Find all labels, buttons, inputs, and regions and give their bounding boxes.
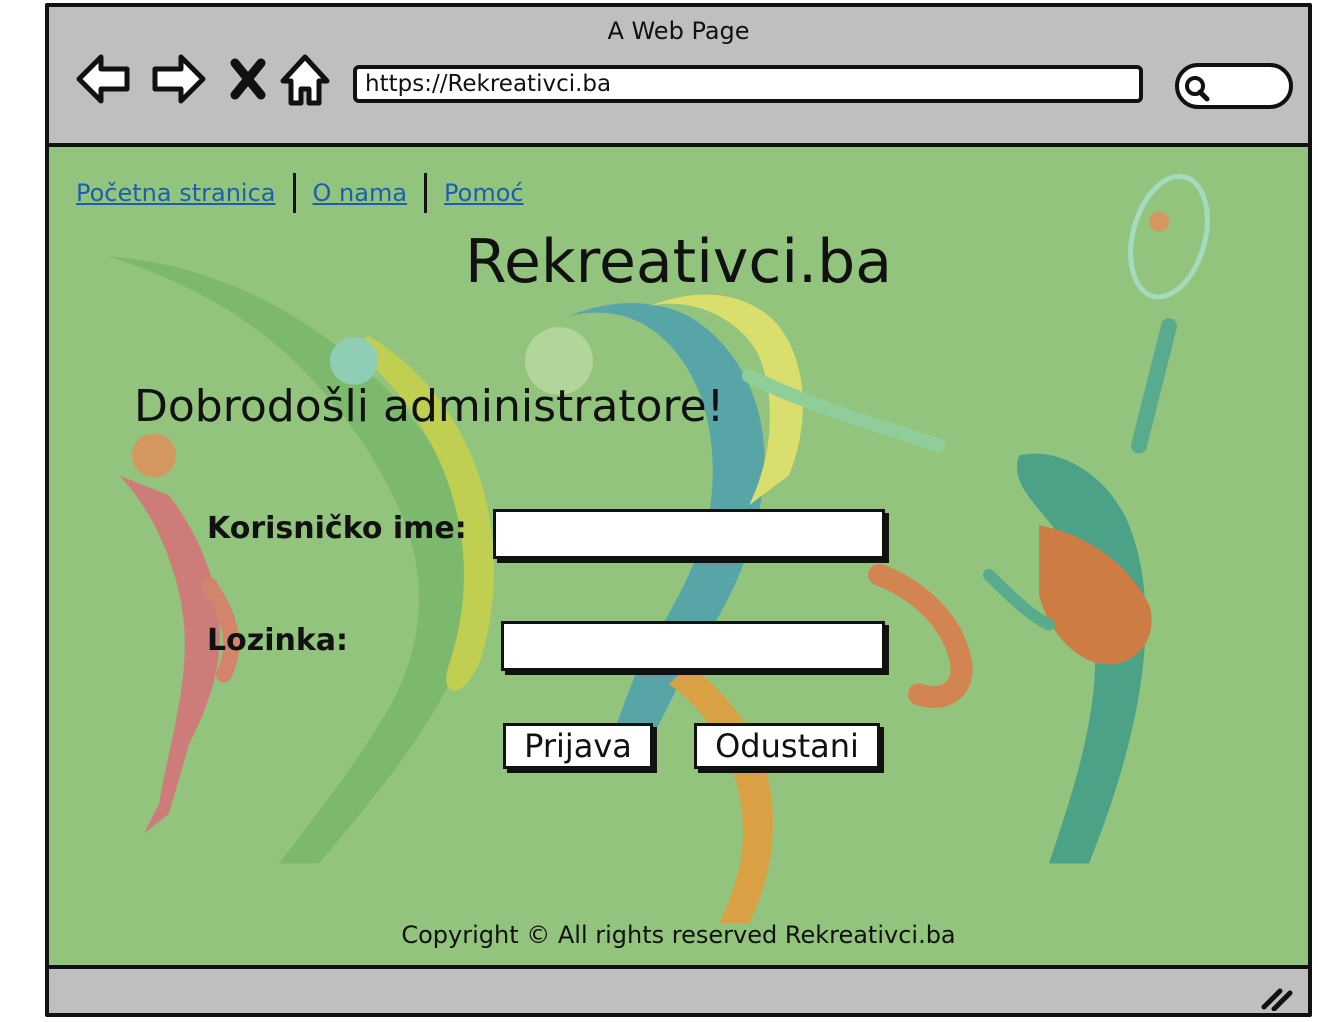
nav-separator xyxy=(424,173,428,213)
status-bar xyxy=(49,969,1308,1013)
back-arrow-icon[interactable] xyxy=(73,49,133,109)
password-input[interactable] xyxy=(501,621,885,671)
home-icon[interactable] xyxy=(275,49,335,109)
nav-separator xyxy=(292,173,296,213)
nav-link-help[interactable]: Pomoć xyxy=(444,179,524,207)
nav-link-home[interactable]: Početna stranica xyxy=(76,179,276,207)
password-label: Lozinka: xyxy=(207,623,349,658)
browser-toolbar: A Web Page https://Rekreativci.ba xyxy=(49,7,1308,147)
search-icon xyxy=(1185,76,1210,102)
site-title: Rekreativci.ba xyxy=(465,227,892,297)
username-input[interactable] xyxy=(493,509,885,559)
welcome-heading: Dobrodošli administratore! xyxy=(134,381,725,432)
forward-arrow-icon[interactable] xyxy=(149,49,209,109)
window-title: A Web Page xyxy=(607,17,750,45)
url-bar[interactable]: https://Rekreativci.ba xyxy=(353,65,1143,103)
top-navigation: Početna stranica O nama Pomoć xyxy=(76,173,524,213)
page-content: Početna stranica O nama Pomoć Rekreativc… xyxy=(49,147,1308,969)
footer-copyright: Copyright © All rights reserved Rekreati… xyxy=(401,921,956,949)
username-label: Korisničko ime: xyxy=(207,511,467,546)
cancel-button[interactable]: Odustani xyxy=(694,723,880,769)
login-button[interactable]: Prijava xyxy=(503,723,653,769)
resize-grip-icon[interactable] xyxy=(1260,987,1294,1011)
close-icon[interactable] xyxy=(219,49,279,109)
nav-link-about[interactable]: O nama xyxy=(313,179,408,207)
search-box[interactable] xyxy=(1175,63,1293,109)
browser-window: A Web Page https://Rekreativci.ba Početn… xyxy=(45,3,1312,1017)
